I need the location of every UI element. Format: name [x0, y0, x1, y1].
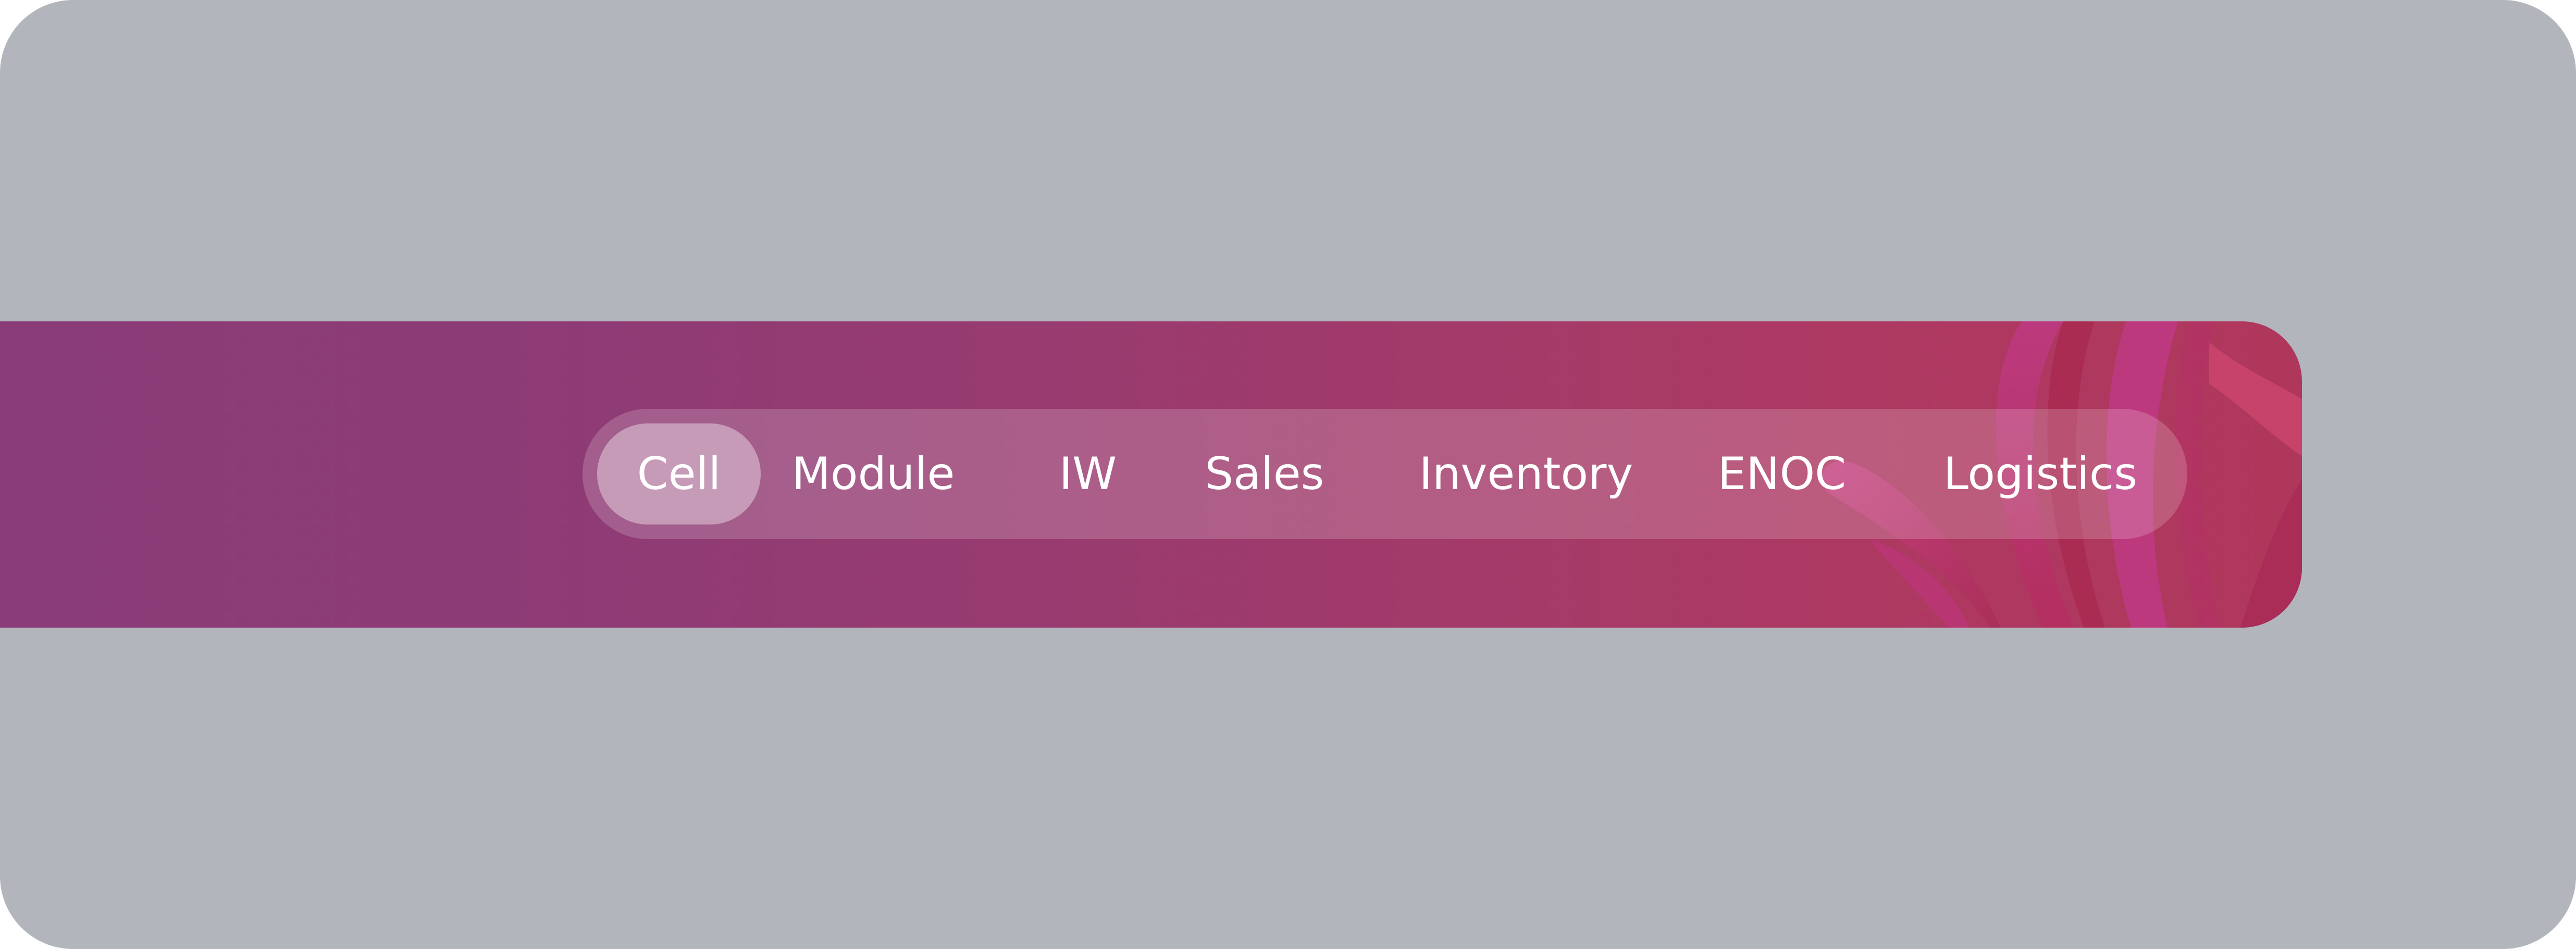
tab-logistics[interactable]: Logistics [1931, 409, 2150, 539]
app-canvas: Cell Module IW Sales Inventory ENOC Logi… [0, 0, 2576, 949]
tab-cell[interactable]: Cell [597, 423, 761, 525]
tab-inventory[interactable]: Inventory [1412, 409, 1640, 539]
tab-module[interactable]: Module [785, 409, 962, 539]
tab-sales[interactable]: Sales [1196, 409, 1333, 539]
header-banner: Cell Module IW Sales Inventory ENOC Logi… [0, 321, 2302, 628]
tab-enoc[interactable]: ENOC [1709, 409, 1855, 539]
tab-bar: Cell Module IW Sales Inventory ENOC Logi… [583, 409, 2187, 539]
tab-iw[interactable]: IW [1047, 409, 1129, 539]
